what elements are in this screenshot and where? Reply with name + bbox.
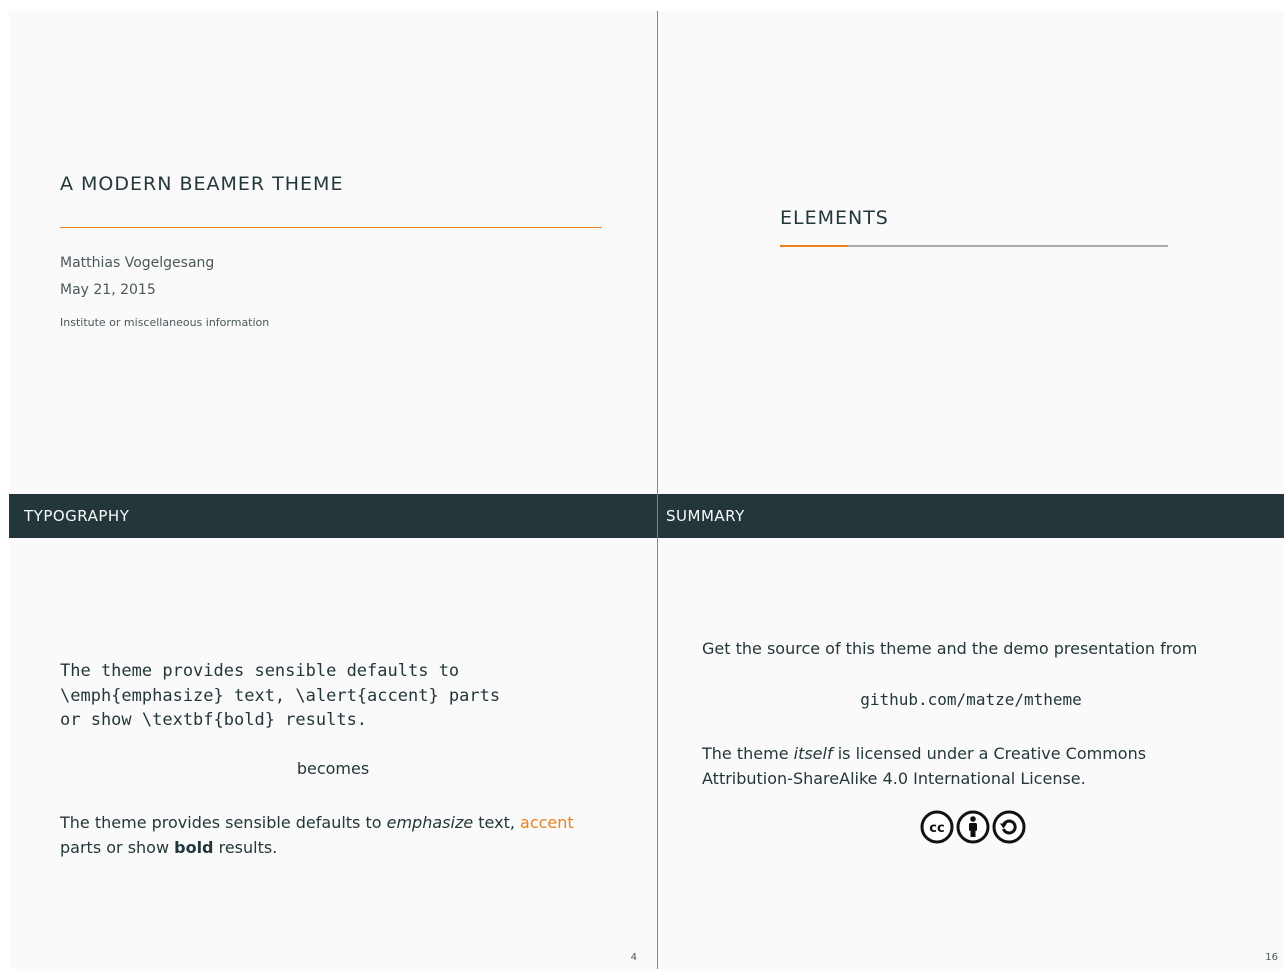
author: Matthias Vogelgesang xyxy=(60,255,215,271)
result-paragraph: The theme provides sensible defaults to … xyxy=(60,810,580,860)
code-line: \emph{emphasize} text, \alert{accent} pa… xyxy=(60,685,501,706)
institute: Institute or miscellaneous information xyxy=(60,316,270,329)
code-block: The theme provides sensible defaults to \… xyxy=(60,659,500,733)
bold-text: bold xyxy=(174,838,214,857)
license-paragraph: The theme itself is licensed under a Cre… xyxy=(702,741,1222,791)
alert-text: accent xyxy=(520,813,574,832)
cc-icon: cc xyxy=(920,810,954,844)
by-icon xyxy=(956,810,990,844)
section-slide: ELEMENTS xyxy=(658,11,1284,494)
text-run: results. xyxy=(213,838,278,857)
text-run: text, xyxy=(473,813,521,832)
frame-title-bar: SUMMARY xyxy=(658,494,1284,538)
cc-license-icons: cc xyxy=(920,810,1026,844)
text-run: The theme provides sensible defaults to xyxy=(60,813,387,832)
frame-title-bar: TYPOGRAPHY xyxy=(9,494,657,538)
svg-text:cc: cc xyxy=(929,821,944,836)
date: May 21, 2015 xyxy=(60,282,156,298)
emphasized-text: itself xyxy=(793,744,833,763)
presentation-title: A MODERN BEAMER THEME xyxy=(60,173,344,195)
sa-icon xyxy=(992,810,1026,844)
section-progress-fill xyxy=(780,245,848,247)
code-line: or show \textbf{bold} results. xyxy=(60,710,368,730)
slide-sheet: A MODERN BEAMER THEME Matthias Vogelgesa… xyxy=(0,0,1284,969)
page-number: 4 xyxy=(630,952,637,963)
code-line: The theme provides sensible defaults to xyxy=(60,661,460,681)
emphasized-text: emphasize xyxy=(386,813,474,832)
summary-slide: SUMMARY Get the source of this theme and… xyxy=(658,494,1284,969)
title-slide: A MODERN BEAMER THEME Matthias Vogelgesa… xyxy=(9,11,657,494)
slide-divider xyxy=(657,11,658,969)
becomes-label: becomes xyxy=(296,759,370,778)
frame-title: TYPOGRAPHY xyxy=(24,507,130,525)
repository-url: github.com/matze/mtheme xyxy=(860,690,1082,709)
text-run: parts or show xyxy=(60,838,175,857)
title-underline xyxy=(60,227,602,228)
section-title: ELEMENTS xyxy=(780,207,889,229)
typography-slide: TYPOGRAPHY The theme provides sensible d… xyxy=(9,494,657,969)
frame-title: SUMMARY xyxy=(666,507,745,525)
text-run: The theme xyxy=(702,744,794,763)
page-number: 16 xyxy=(1265,952,1278,963)
source-sentence: Get the source of this theme and the dem… xyxy=(702,639,1198,658)
